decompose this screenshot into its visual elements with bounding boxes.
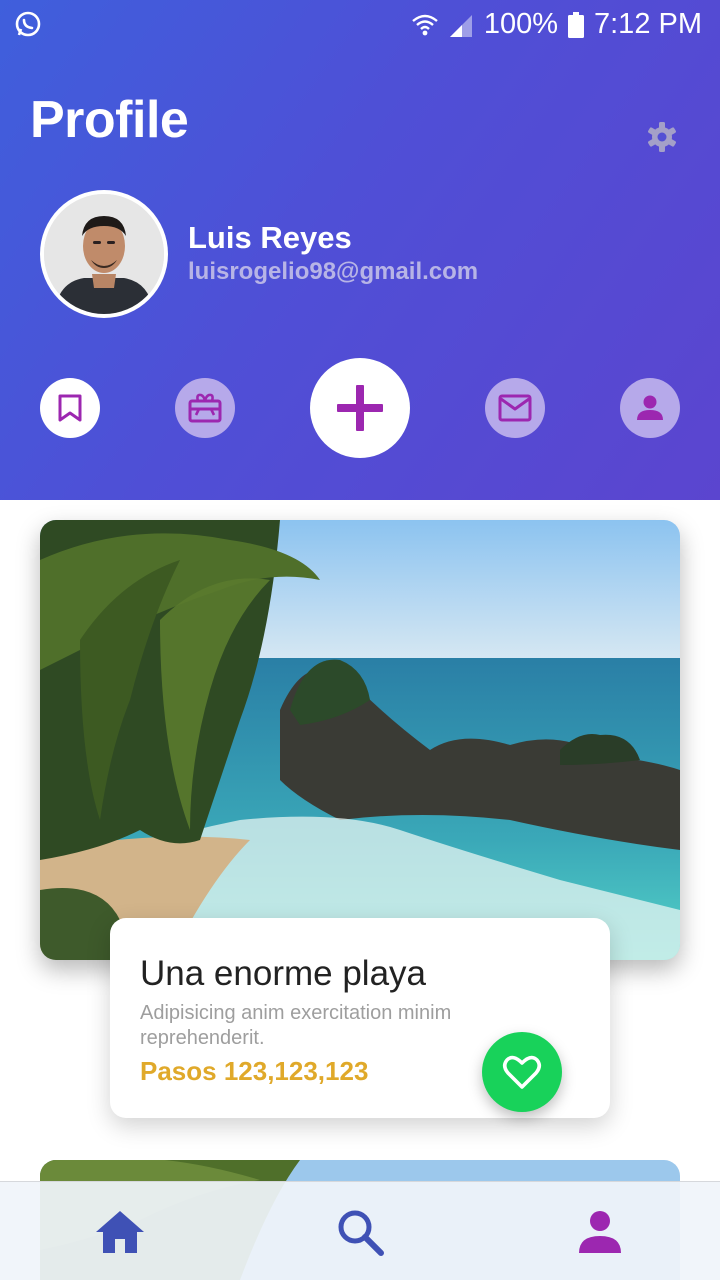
page-title: Profile <box>30 91 189 149</box>
battery-text: 100% <box>483 8 558 40</box>
nav-search[interactable] <box>332 1204 388 1260</box>
mail-button[interactable] <box>485 378 545 438</box>
account-icon <box>637 395 663 420</box>
bookmark-icon <box>58 394 82 422</box>
card-title: Una enorme playa <box>140 954 426 993</box>
user-name: Luis Reyes <box>188 220 352 255</box>
user-email: luisrogelio98@gmail.com <box>188 258 479 285</box>
bookmark-button[interactable] <box>40 378 100 438</box>
gift-card-button[interactable] <box>175 378 235 438</box>
avatar[interactable] <box>40 190 168 318</box>
bottom-navigation <box>0 1181 720 1280</box>
gear-icon[interactable] <box>646 121 678 153</box>
search-icon <box>338 1210 384 1256</box>
wifi-icon <box>412 13 438 37</box>
gift-card-icon <box>188 393 222 423</box>
signal-icon <box>448 13 474 37</box>
battery-icon <box>568 11 584 38</box>
mail-icon <box>498 394 532 422</box>
home-icon <box>96 1211 144 1253</box>
nav-home[interactable] <box>92 1204 148 1260</box>
status-bar: 100% 7:12 PM <box>0 0 720 50</box>
account-button[interactable] <box>620 378 680 438</box>
card-steps: Pasos 123,123,123 <box>140 1056 369 1086</box>
card-info[interactable]: Una enorme playa Adipisicing anim exerci… <box>110 918 610 1118</box>
plus-icon <box>337 385 383 431</box>
person-icon <box>579 1211 621 1253</box>
avatar-photo <box>44 194 164 314</box>
like-button[interactable] <box>482 1032 562 1112</box>
card-image[interactable] <box>40 520 680 960</box>
heart-icon <box>502 1055 542 1089</box>
profile-header: 100% 7:12 PM Profile Luis Reyes luisroge… <box>0 0 720 500</box>
nav-profile[interactable] <box>572 1204 628 1260</box>
whatsapp-icon <box>14 10 42 46</box>
clock-time: 7:12 PM <box>594 8 702 40</box>
add-button[interactable] <box>310 358 410 458</box>
card-description: Adipisicing anim exercitation minim repr… <box>140 1002 452 1049</box>
